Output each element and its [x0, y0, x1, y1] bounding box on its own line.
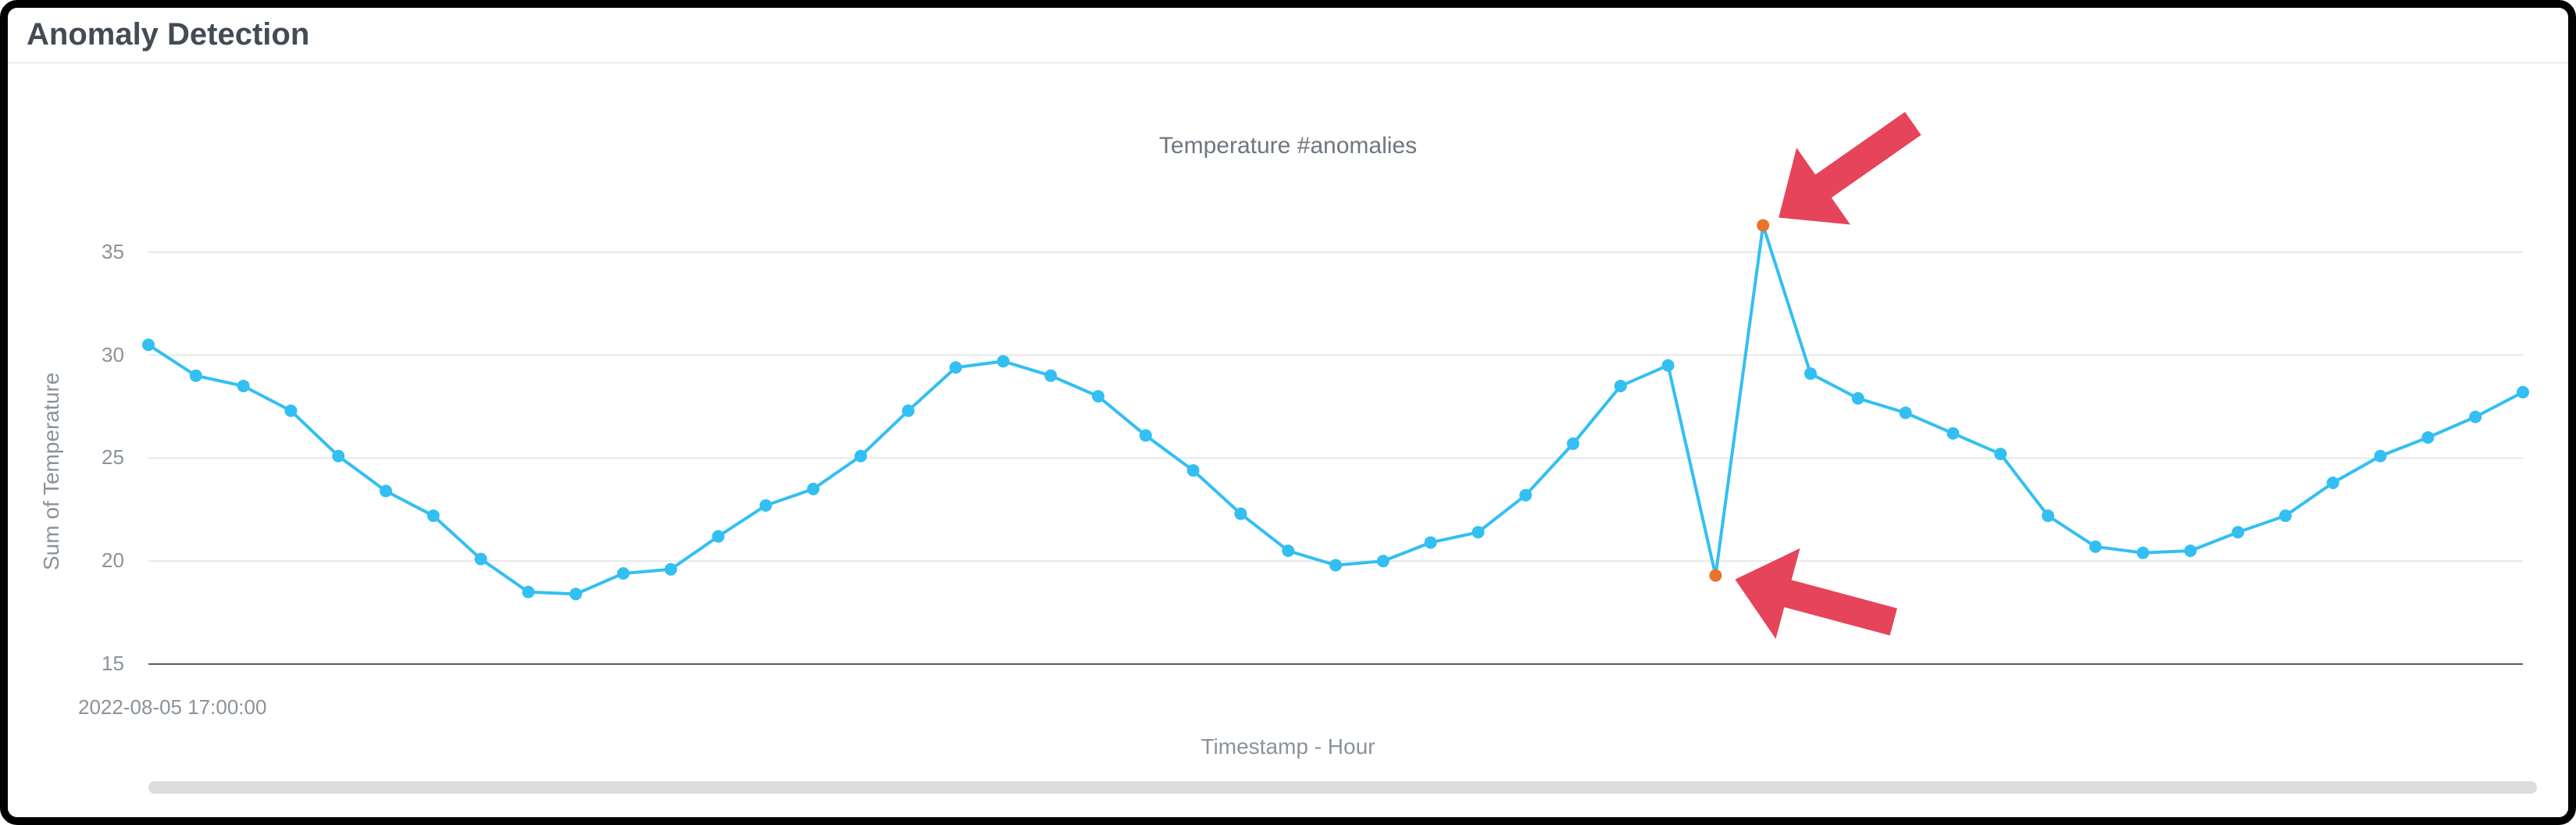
data-point[interactable] — [2517, 386, 2529, 398]
data-point[interactable] — [2421, 431, 2434, 444]
chart-title: Temperature #anomalies — [8, 133, 2568, 159]
data-line — [148, 225, 2523, 594]
data-point[interactable] — [1472, 526, 1484, 538]
data-point[interactable] — [665, 563, 677, 576]
annotation-arrow — [1723, 534, 1906, 667]
y-tick-25: 25 — [102, 445, 124, 470]
y-tick-20: 20 — [102, 548, 124, 573]
data-point[interactable] — [712, 530, 725, 543]
data-point[interactable] — [1234, 508, 1247, 520]
data-point[interactable] — [332, 450, 344, 462]
y-tick-30: 30 — [102, 343, 124, 367]
data-point[interactable] — [2232, 526, 2244, 538]
data-point[interactable] — [807, 483, 819, 495]
data-point[interactable] — [2374, 450, 2387, 462]
data-point[interactable] — [522, 586, 534, 598]
data-point[interactable] — [1852, 392, 1864, 405]
data-point[interactable] — [617, 567, 630, 580]
data-point[interactable] — [1662, 359, 1675, 372]
data-point[interactable] — [2137, 547, 2150, 559]
data-point[interactable] — [2184, 545, 2196, 557]
y-tick-15: 15 — [102, 652, 124, 676]
title-divider — [8, 62, 2568, 63]
data-point[interactable] — [2469, 411, 2481, 423]
data-point[interactable] — [2042, 509, 2054, 522]
data-point[interactable] — [1900, 406, 1912, 419]
data-point[interactable] — [855, 450, 867, 462]
chart-svg — [55, 203, 2539, 688]
x-axis-label: Timestamp - Hour — [8, 734, 2568, 759]
data-point[interactable] — [569, 588, 582, 600]
line-chart[interactable] — [55, 203, 2539, 688]
data-point[interactable] — [902, 405, 915, 417]
y-tick-35: 35 — [102, 240, 124, 264]
annotation-arrow — [1752, 85, 1940, 256]
data-point[interactable] — [1425, 536, 1437, 548]
x-tick-start: 2022-08-05 17:00:00 — [78, 695, 266, 720]
data-point[interactable] — [142, 338, 155, 351]
data-point[interactable] — [2327, 477, 2339, 489]
anomaly-point[interactable] — [1757, 219, 1769, 231]
anomaly-detection-panel: Anomaly Detection Temperature #anomalies… — [0, 0, 2576, 825]
data-point[interactable] — [1140, 429, 1152, 441]
data-point[interactable] — [950, 361, 962, 373]
data-point[interactable] — [1329, 559, 1342, 571]
anomaly-point[interactable] — [1709, 570, 1721, 582]
data-point[interactable] — [1567, 438, 1579, 450]
data-point[interactable] — [1377, 555, 1390, 567]
data-point[interactable] — [1092, 390, 1104, 402]
data-point[interactable] — [427, 509, 440, 522]
horizontal-scrollbar[interactable] — [148, 781, 2537, 794]
data-point[interactable] — [759, 499, 772, 512]
data-point[interactable] — [237, 380, 250, 392]
data-point[interactable] — [1994, 448, 2007, 460]
data-point[interactable] — [380, 485, 392, 498]
data-point[interactable] — [1614, 380, 1627, 392]
data-point[interactable] — [1187, 464, 1200, 477]
data-point[interactable] — [2279, 509, 2292, 522]
data-point[interactable] — [284, 405, 297, 417]
data-point[interactable] — [1804, 367, 1817, 380]
data-point[interactable] — [2089, 541, 2102, 553]
data-point[interactable] — [1282, 545, 1294, 557]
data-point[interactable] — [997, 355, 1009, 367]
data-point[interactable] — [1519, 489, 1532, 502]
data-point[interactable] — [475, 553, 487, 566]
panel-title: Anomaly Detection — [27, 17, 309, 52]
data-point[interactable] — [1946, 427, 1959, 440]
data-point[interactable] — [190, 370, 202, 382]
data-point[interactable] — [1044, 370, 1057, 382]
